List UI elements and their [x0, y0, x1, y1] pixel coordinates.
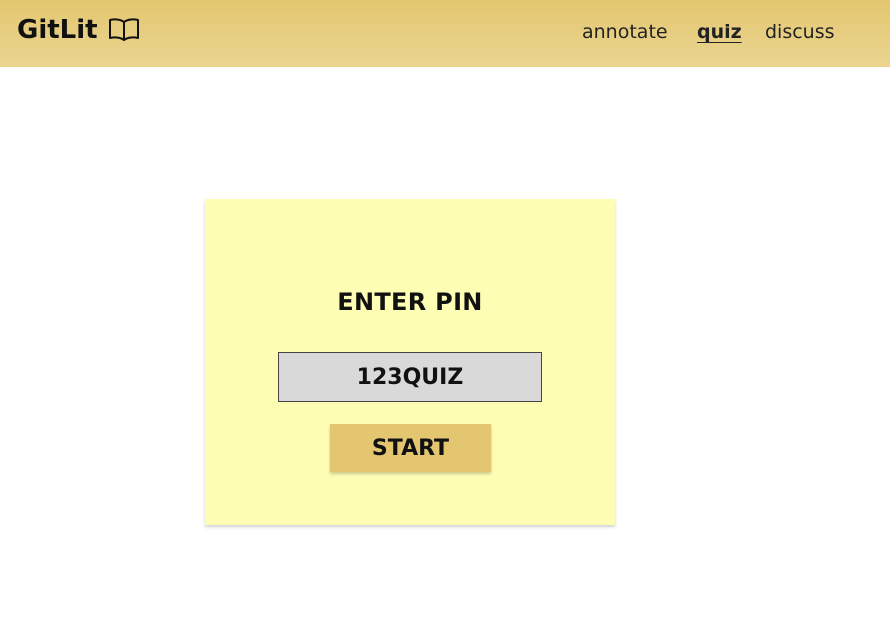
quiz-pin-card: ENTER PIN START: [205, 199, 615, 525]
card-title: ENTER PIN: [337, 288, 483, 316]
brand-logo[interactable]: GitLit: [17, 15, 140, 45]
top-nav-bar: GitLit annotate quiz discuss: [0, 0, 890, 67]
nav-link-quiz[interactable]: quiz: [697, 21, 742, 43]
nav-link-discuss[interactable]: discuss: [765, 21, 835, 43]
brand-name: GitLit: [17, 15, 98, 45]
nav-link-annotate[interactable]: annotate: [582, 21, 668, 43]
pin-input[interactable]: [278, 352, 542, 402]
start-button[interactable]: START: [330, 424, 491, 472]
open-book-icon: [108, 17, 140, 43]
